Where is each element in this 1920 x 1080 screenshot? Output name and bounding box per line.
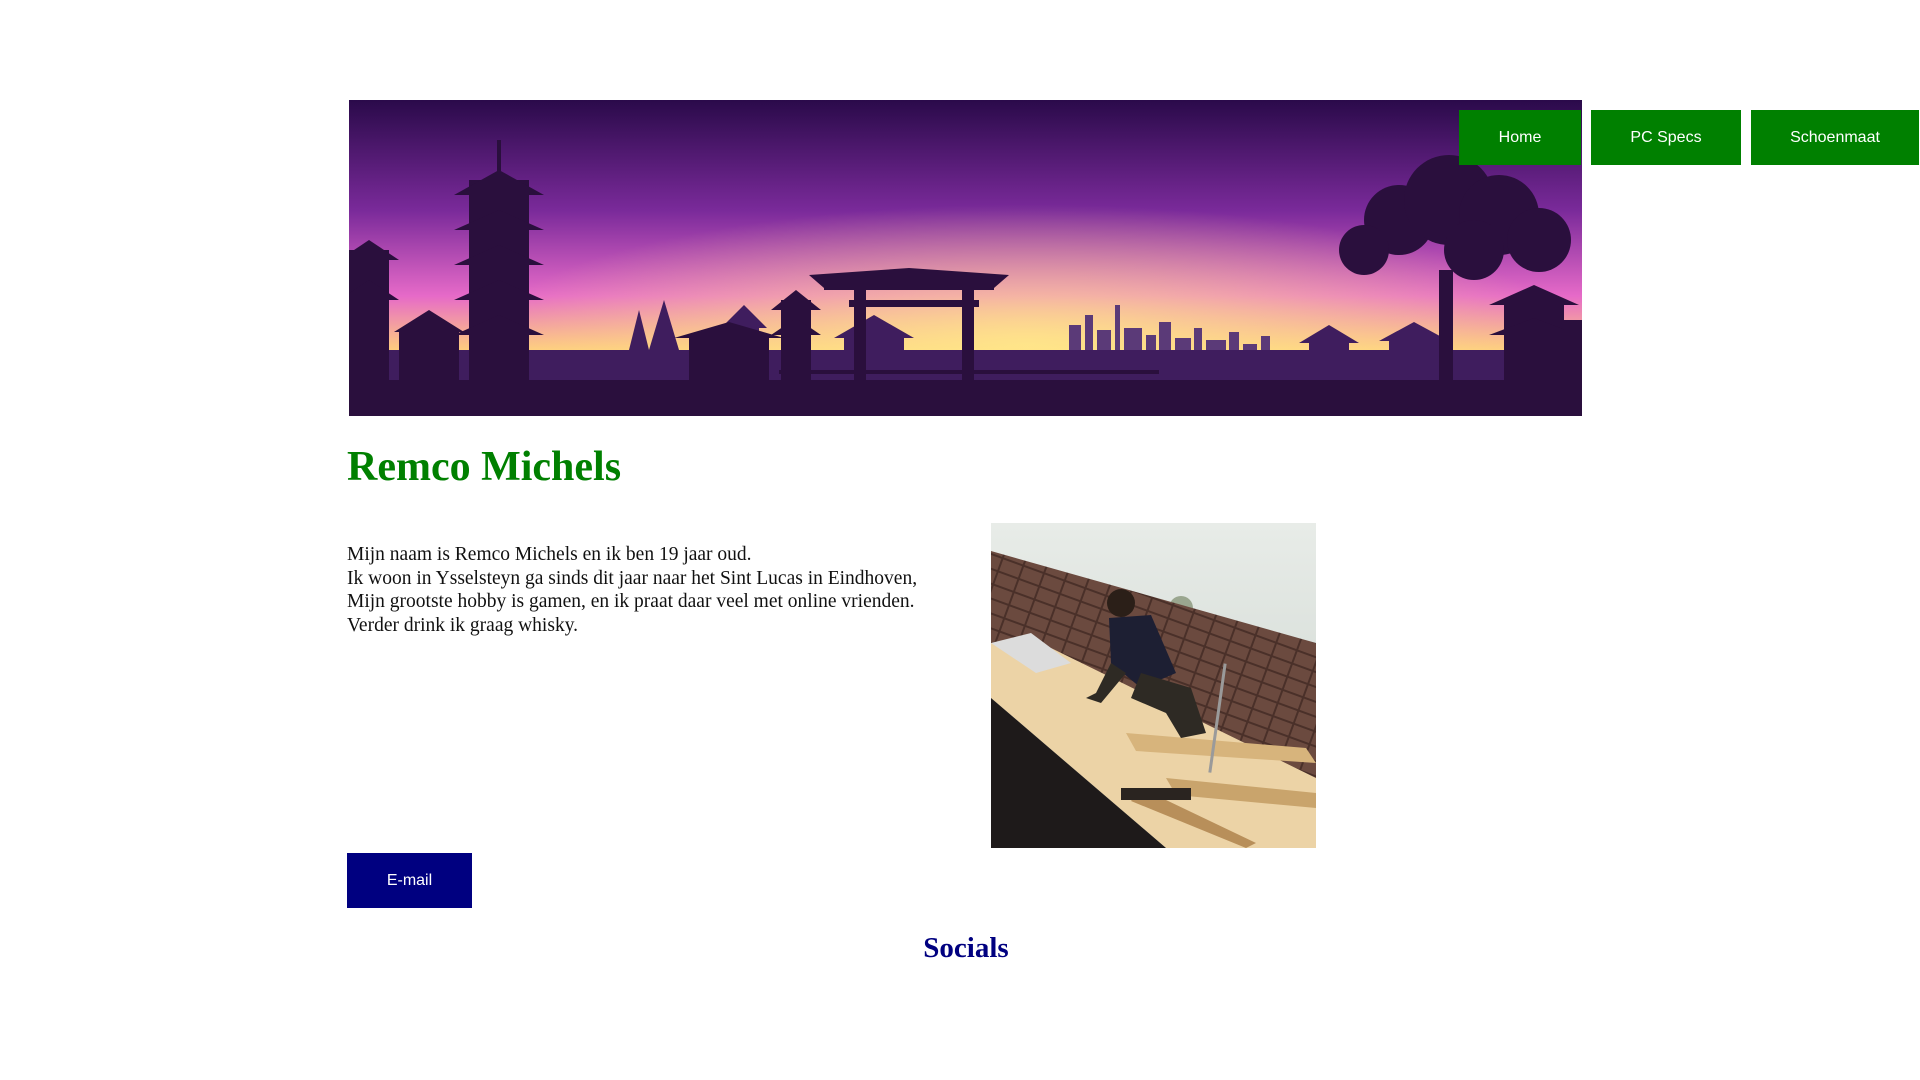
intro-line: Mijn grootste hobby is gamen, en ik praa… bbox=[347, 591, 915, 612]
intro-line: Verder drink ik graag whisky. bbox=[347, 614, 579, 636]
socials-heading: Socials bbox=[923, 932, 1009, 964]
header-banner bbox=[349, 100, 1582, 416]
page-title: Remco Michels bbox=[347, 444, 622, 490]
nav-schoenmaat-button[interactable]: Schoenmaat bbox=[1751, 110, 1919, 165]
intro-line: Mijn naam is Remco Michels en ik ben 19 … bbox=[347, 544, 752, 565]
intro-text: Mijn naam is Remco Michels en ik ben 19 … bbox=[347, 543, 967, 637]
nav-pc-specs-button[interactable]: PC Specs bbox=[1591, 110, 1741, 165]
nav-home-button[interactable]: Home bbox=[1459, 110, 1581, 165]
profile-photo bbox=[991, 523, 1316, 848]
email-button[interactable]: E-mail bbox=[347, 853, 472, 908]
intro-line: Ik woon in Ysselsteyn ga sinds dit jaar … bbox=[347, 567, 918, 589]
